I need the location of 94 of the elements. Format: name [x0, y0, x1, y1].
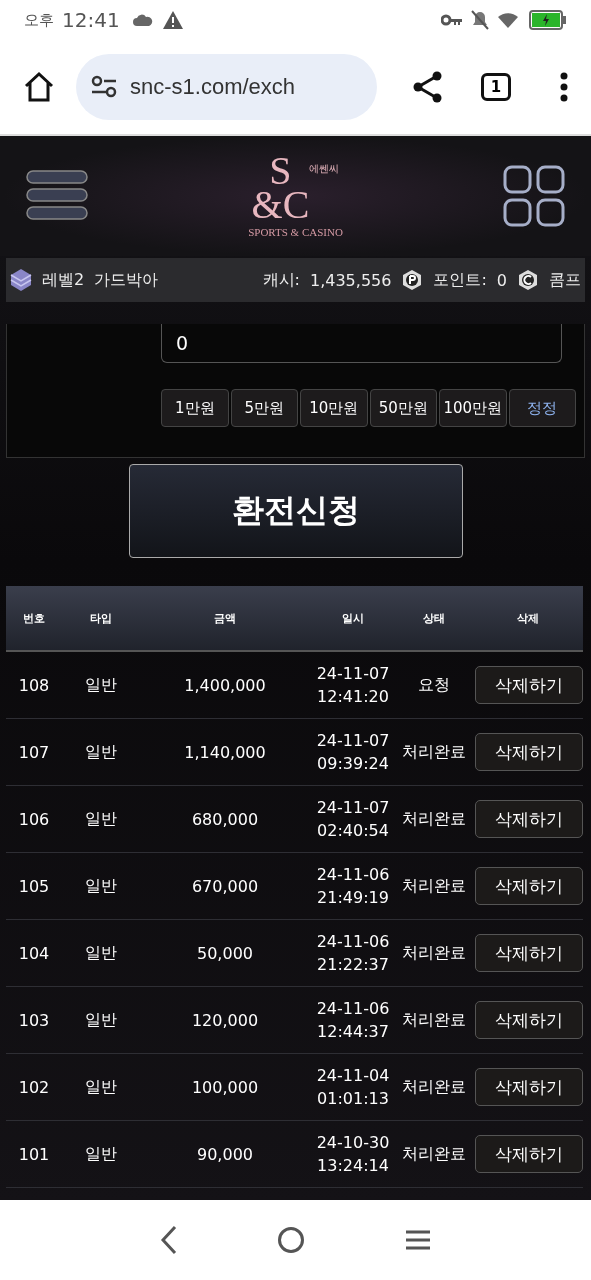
- key-icon: [441, 14, 463, 26]
- table-cell-text: 24-11-06 12:44:37: [315, 998, 391, 1043]
- table-cell-text: 처리완료: [401, 875, 467, 897]
- bell-muted-icon: [471, 10, 489, 30]
- level-label: 레벨2: [42, 269, 85, 291]
- table-cell-text: 처리완료: [401, 1143, 467, 1165]
- table-cell-text: 50,000: [196, 943, 254, 963]
- column-header: 번호: [22, 610, 46, 626]
- delete-button[interactable]: 삭제하기: [475, 1135, 583, 1173]
- table-cell-text: 107: [17, 742, 51, 762]
- nickname: 가드박아: [94, 269, 159, 291]
- column-header: 삭제: [515, 610, 540, 626]
- amount-button[interactable]: 1만원: [161, 389, 229, 427]
- table-cell-text: 24-11-06 21:22:37: [315, 931, 391, 976]
- table-cell-text: 처리완료: [401, 741, 467, 763]
- table-cell-text: 24-11-07 12:41:20: [315, 663, 391, 708]
- table-cell-text: 일반: [84, 942, 118, 964]
- point-value: 0: [496, 270, 507, 290]
- table-cell-text: 104: [17, 943, 51, 963]
- table-cell-text: 108: [17, 675, 51, 695]
- table-cell-text: 일반: [84, 674, 118, 696]
- point-coin-icon: [401, 269, 424, 291]
- exchange-request-button[interactable]: 환전신청: [128, 464, 463, 558]
- column-header: 일시: [341, 610, 365, 626]
- table-cell-text: 처리완료: [401, 1009, 467, 1031]
- logo-tagline: SPORTS & CASINO: [248, 226, 343, 238]
- table-cell-text: 1,140,000: [183, 742, 267, 762]
- table-cell-text: 24-11-07 09:39:24: [315, 730, 391, 775]
- table-cell-text: 101: [17, 1144, 51, 1164]
- column-header: 금액: [213, 610, 237, 626]
- table-cell-text: 일반: [84, 1143, 118, 1165]
- logo-korean: 에쎈씨: [309, 162, 340, 176]
- delete-button[interactable]: 삭제하기: [475, 666, 583, 704]
- amount-button[interactable]: 50만원: [369, 389, 437, 427]
- cloud-icon: [131, 13, 154, 27]
- battery-icon: [529, 10, 567, 30]
- table-cell-text: 1,400,000: [183, 675, 267, 695]
- delete-button[interactable]: 삭제하기: [475, 1001, 583, 1039]
- column-header: 타입: [89, 610, 113, 626]
- delete-button[interactable]: 삭제하기: [475, 934, 583, 972]
- wifi-icon: [497, 10, 521, 30]
- delete-button[interactable]: 삭제하기: [475, 733, 583, 771]
- table-cell-text: 106: [17, 809, 51, 829]
- status-time: 12:41: [62, 8, 120, 32]
- home-icon[interactable]: [22, 71, 56, 103]
- table-cell-text: 120,000: [190, 1010, 260, 1030]
- table-cell-text: 요청: [417, 674, 451, 696]
- cash-label: 캐시:: [262, 269, 300, 291]
- amount-button[interactable]: 10만원: [300, 389, 368, 427]
- table-cell-text: 24-11-07 02:40:54: [315, 797, 391, 842]
- table-cell-text: 일반: [84, 1009, 118, 1031]
- table-cell-text: 103: [17, 1010, 51, 1030]
- delete-button[interactable]: 삭제하기: [475, 800, 583, 838]
- table-cell-text: 일반: [84, 808, 118, 830]
- column-header: 상태: [422, 610, 446, 626]
- level-gem-icon: [10, 268, 32, 292]
- table-cell-text: 처리완료: [401, 808, 467, 830]
- amount-button[interactable]: 100만원: [439, 389, 507, 427]
- table-cell-text: 일반: [84, 741, 118, 763]
- site-logo[interactable]: S &C 에쎈씨 SPORTS & CASINO: [248, 154, 343, 238]
- grid-menu-icon[interactable]: [503, 165, 565, 227]
- table-cell-text: 24-11-04 01:01:13: [315, 1065, 391, 1110]
- comp-label: 콤프: [549, 269, 581, 291]
- home-circle-icon[interactable]: [277, 1226, 306, 1254]
- table-cell-text: 670,000: [190, 876, 260, 896]
- comp-coin-icon: [517, 269, 539, 291]
- amount-button[interactable]: 5만원: [230, 389, 298, 427]
- address-bar[interactable]: snc-s1.com/exch: [76, 54, 377, 120]
- amount-button[interactable]: 정정: [508, 389, 576, 427]
- table-cell-text: 90,000: [196, 1144, 254, 1164]
- table-cell-text: 처리완료: [401, 1076, 467, 1098]
- point-label: 포인트:: [433, 269, 487, 291]
- cash-value: 1,435,556: [310, 270, 392, 290]
- table-cell-text: 100,000: [190, 1077, 260, 1097]
- tab-count-button[interactable]: 1: [481, 73, 511, 101]
- table-cell-text: 680,000: [190, 809, 260, 829]
- table-cell-text: 24-10-30 13:24:14: [315, 1132, 391, 1177]
- table-cell-text: 102: [17, 1077, 51, 1097]
- url-text: snc-s1.com/exch: [130, 74, 296, 100]
- table-cell-text: 처리완료: [401, 942, 467, 964]
- table-cell-text: 일반: [84, 1076, 118, 1098]
- status-ampm: 오후: [24, 10, 54, 30]
- warning-icon: [161, 10, 184, 30]
- amount-field[interactable]: 0: [161, 324, 562, 363]
- logo-mark: S &C: [251, 154, 310, 222]
- table-cell-text: 24-11-06 21:49:19: [315, 864, 391, 909]
- delete-button[interactable]: 삭제하기: [475, 1068, 583, 1106]
- table-cell-text: 105: [17, 876, 51, 896]
- site-settings-icon[interactable]: [90, 75, 118, 99]
- table-cell-text: 일반: [84, 875, 118, 897]
- menu-icon[interactable]: [26, 170, 88, 222]
- delete-button[interactable]: 삭제하기: [475, 867, 583, 905]
- recent-apps-icon[interactable]: [403, 1229, 432, 1251]
- more-menu-icon[interactable]: [559, 72, 569, 102]
